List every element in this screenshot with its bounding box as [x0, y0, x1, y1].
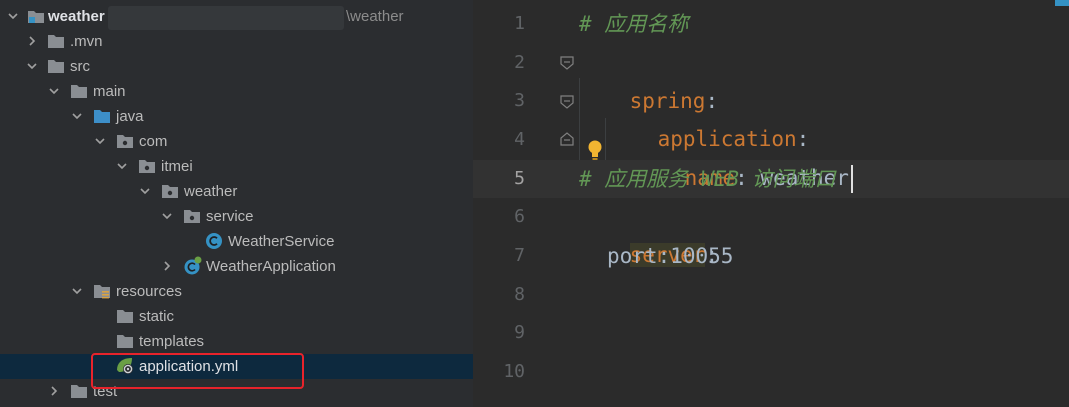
- tree-row-com[interactable]: com: [0, 129, 473, 154]
- line-number: 4: [514, 129, 525, 150]
- tree-item-label: com: [139, 133, 168, 150]
- chevron-right-icon[interactable]: [160, 259, 174, 273]
- line-number-current: 5: [514, 168, 525, 189]
- chevron-down-icon[interactable]: [160, 209, 174, 223]
- fold-end-icon[interactable]: [559, 131, 575, 147]
- tree-item-label: itmei: [161, 158, 193, 175]
- code-line-1[interactable]: # 应用名称: [579, 5, 688, 43]
- line-number: 1: [514, 13, 525, 34]
- code-line-2[interactable]: spring:: [579, 44, 719, 113]
- package-icon: [184, 210, 200, 223]
- redacted-path: [108, 6, 344, 30]
- scroll-marker[interactable]: [1055, 0, 1069, 6]
- tree-row-itmei[interactable]: itmei: [0, 154, 473, 179]
- line-number: 7: [514, 245, 525, 266]
- project-tree[interactable]: weather \weather .mvn src main java com …: [0, 0, 473, 407]
- folder-icon: [48, 60, 64, 73]
- tree-root-path: \weather: [346, 8, 404, 25]
- source-folder-icon: [94, 110, 110, 123]
- tree-item-label: static: [139, 308, 175, 325]
- chevron-right-icon[interactable]: [25, 34, 39, 48]
- indent-guide: [605, 118, 606, 160]
- line-number: 6: [514, 206, 525, 227]
- line-number: 9: [514, 322, 525, 343]
- folder-icon: [71, 385, 87, 398]
- tree-item-label: WeatherService: [228, 233, 335, 250]
- chevron-down-icon[interactable]: [6, 9, 20, 23]
- code-line-5[interactable]: # 应用服务 WEB 访问端口: [579, 160, 836, 198]
- line-number: 8: [514, 284, 525, 305]
- text-caret: [851, 165, 853, 193]
- chevron-down-icon[interactable]: [138, 184, 152, 198]
- tree-row-application-yml[interactable]: application.yml: [0, 354, 473, 379]
- fold-collapse-icon[interactable]: [559, 94, 575, 110]
- tree-row-weather-service[interactable]: WeatherService: [0, 229, 473, 254]
- line-number: 2: [514, 52, 525, 73]
- tree-item-label: service: [206, 208, 254, 225]
- tree-row-main[interactable]: main: [0, 79, 473, 104]
- spring-boot-class-icon: [184, 256, 202, 275]
- code-line-4[interactable]: name: weather: [634, 121, 849, 190]
- tree-root-label: weather: [48, 8, 105, 25]
- tree-row-templates[interactable]: templates: [0, 329, 473, 354]
- tree-row-weather-application[interactable]: WeatherApplication: [0, 254, 473, 279]
- class-icon: [206, 233, 222, 249]
- tree-row-service[interactable]: service: [0, 204, 473, 229]
- module-folder-icon: [28, 11, 44, 23]
- code-line-6[interactable]: server:: [579, 198, 718, 267]
- chevron-right-icon[interactable]: [47, 384, 61, 398]
- tree-item-label: WeatherApplication: [206, 258, 336, 275]
- code-line-3[interactable]: application:: [607, 82, 810, 151]
- tree-item-label: application.yml: [139, 358, 239, 375]
- tree-row-test[interactable]: test: [0, 379, 473, 404]
- tree-item-label: main: [93, 83, 126, 100]
- tree-row-static[interactable]: static: [0, 304, 473, 329]
- tree-item-label: test: [93, 383, 118, 400]
- spring-config-icon: [117, 358, 133, 374]
- tree-item-label: java: [116, 108, 144, 125]
- code-line-7[interactable]: port:10055: [607, 237, 733, 275]
- tree-item-label: .mvn: [70, 33, 103, 50]
- tree-row-mvn[interactable]: .mvn: [0, 29, 473, 54]
- chevron-down-icon[interactable]: [25, 59, 39, 73]
- resources-folder-icon: [94, 285, 110, 299]
- tree-item-label: resources: [116, 283, 182, 300]
- fold-collapse-icon[interactable]: [559, 55, 575, 71]
- chevron-down-icon[interactable]: [70, 109, 84, 123]
- tree-row-root[interactable]: weather \weather: [0, 4, 473, 30]
- code-editor[interactable]: 1 2 3 4 5 6 7 8 9 10 # 应用名称 spring: appl…: [473, 0, 1069, 407]
- line-number: 10: [503, 361, 525, 382]
- tree-row-java[interactable]: java: [0, 104, 473, 129]
- folder-icon: [48, 35, 64, 48]
- folder-icon: [71, 85, 87, 98]
- package-icon: [139, 160, 155, 173]
- package-icon: [162, 185, 178, 198]
- tree-item-label: src: [70, 58, 90, 75]
- tree-item-label: weather: [184, 183, 238, 200]
- tree-row-src[interactable]: src: [0, 54, 473, 79]
- chevron-down-icon[interactable]: [70, 284, 84, 298]
- tree-row-weather-package[interactable]: weather: [0, 179, 473, 204]
- chevron-down-icon[interactable]: [93, 134, 107, 148]
- line-number: 3: [514, 90, 525, 111]
- chevron-down-icon[interactable]: [115, 159, 129, 173]
- tree-row-resources[interactable]: resources: [0, 279, 473, 304]
- tree-item-label: templates: [139, 333, 205, 350]
- folder-icon: [117, 310, 133, 323]
- chevron-down-icon[interactable]: [47, 84, 61, 98]
- folder-icon: [117, 335, 133, 348]
- package-icon: [117, 135, 133, 148]
